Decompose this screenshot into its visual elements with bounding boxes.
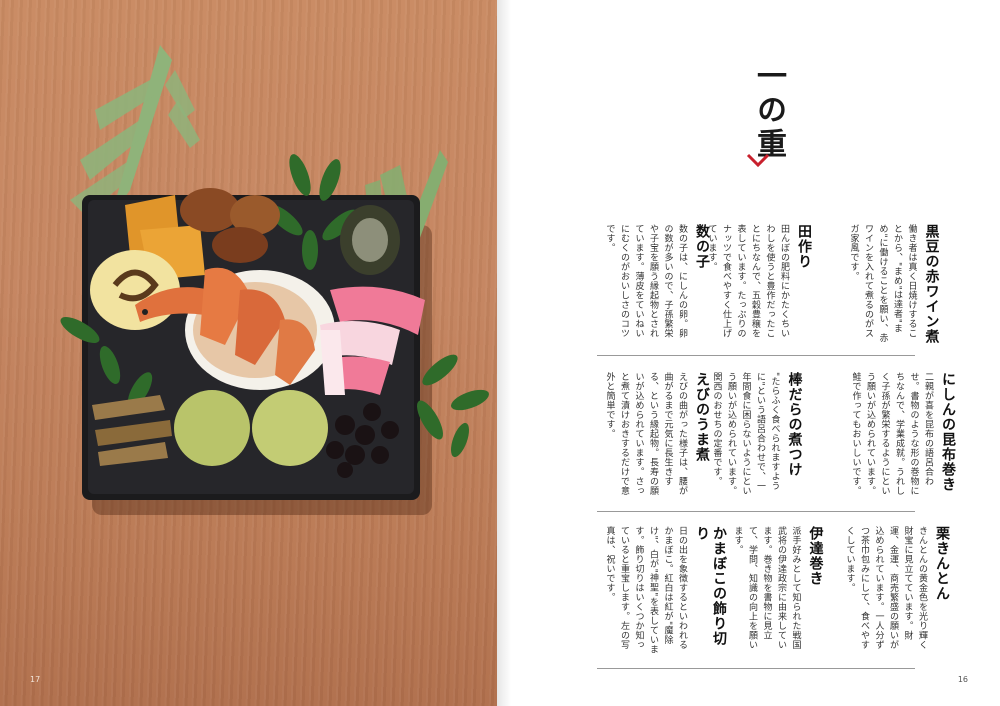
item-title: えびのうま煮 bbox=[694, 372, 710, 462]
item-body: 日の出を象徴するといわれるかまぼこ。紅白は紅が"魔除け"、白が"神聖"を表してい… bbox=[604, 526, 688, 654]
item-body: 派手好みとして知られた戦国武将の伊達政宗に由来しています。巻き物を書物に見立て、… bbox=[732, 526, 801, 650]
item-body: きんとんの黄金色を光り輝く財宝に見立てています。財運、金運、商売繁盛の願いが込め… bbox=[844, 526, 928, 650]
section-divider bbox=[597, 511, 915, 512]
fern-leaf-left bbox=[70, 45, 200, 220]
item-body: 二親が喜を昆布の語呂合わせ。書物のような形の巻物にちなんで、学業成就。うれしく子… bbox=[850, 372, 934, 496]
item-title: 田作り bbox=[796, 224, 812, 269]
kombu-maki bbox=[340, 205, 400, 275]
item-title: 栗きんとん bbox=[934, 526, 950, 601]
item-title: 伊達巻き bbox=[807, 526, 824, 586]
section-divider bbox=[597, 355, 915, 356]
item-ebi: えびのうま煮 えびの曲がった様子は、腰が曲がるまで元気に長生きする、という縁起物… bbox=[602, 372, 711, 497]
item-title: 棒だらの煮つけ bbox=[786, 372, 803, 477]
page-title: 一の重 bbox=[751, 60, 786, 162]
item-body: "たらふく食べられますように"という語呂合わせで、一年間食に困らないようにという… bbox=[711, 372, 780, 496]
item-boudara: 棒だらの煮つけ "たらふく食べられますように"という語呂合わせで、一年間食に困ら… bbox=[709, 372, 803, 497]
item-body: 働き者は真く日焼けすることから、"まめ"は達者"まめ"に働けることを願い、赤ワイ… bbox=[848, 224, 917, 343]
item-tazukuri: 田作り 田んぼの肥料にかたくちいわしを使うと豊作だったことにちなんで、五穀豊穣を… bbox=[704, 224, 813, 344]
item-title: 黒豆の赤ワイン煮 bbox=[923, 224, 940, 344]
item-nishin-kombu: にしんの昆布巻き 二親が喜を昆布の語呂合わせ。書物のような形の巻物にちなんで、学… bbox=[848, 372, 957, 497]
item-body: 数の子は、にしんの卵。卵の数が多いので、子孫繁栄や子宝を願う縁起物とされています… bbox=[604, 224, 688, 338]
page-number-left: 17 bbox=[30, 675, 41, 684]
item-kuri-kinton: 栗きんとん きんとんの黄金色を光り輝く財宝に見立てています。財運、金運、商売繁盛… bbox=[842, 526, 951, 656]
text-page: 一の重 黒豆の赤ワイン煮 働き者は真く日焼けすることから、"まめ"は達者"まめ"… bbox=[497, 0, 1000, 706]
item-kuromame: 黒豆の赤ワイン煮 働き者は真く日焼けすることから、"まめ"は達者"まめ"に働ける… bbox=[846, 224, 940, 344]
chevron-down-icon bbox=[746, 153, 770, 168]
section-divider bbox=[597, 668, 915, 669]
page-number-right: 16 bbox=[957, 675, 968, 684]
osechi-illustration bbox=[60, 45, 489, 515]
book-spread: 17 一の重 黒豆の赤ワイン煮 働き者は真く日焼けすることから、"まめ"は達者"… bbox=[0, 0, 1000, 706]
osechi-photo: 17 bbox=[0, 0, 497, 706]
item-title: かまぼこの飾り切り bbox=[694, 526, 727, 646]
item-body: 田んぼの肥料にかたくちいわしを使うと豊作だったことにちなんで、五穀豊穣を表してい… bbox=[706, 224, 790, 338]
tazukuri-small bbox=[92, 395, 172, 466]
item-datemaki: 伊達巻き 派手好みとして知られた戦国武将の伊達政宗に由来しています。巻き物を書物… bbox=[730, 526, 824, 656]
item-kazunoko: 数の子 数の子は、にしんの卵。卵の数が多いので、子孫繁栄や子宝を願う縁起物とされ… bbox=[602, 224, 711, 344]
item-title: にしんの昆布巻き bbox=[940, 372, 956, 492]
item-body: えびの曲がった様子は、腰が曲がるまで元気に長生きする、という縁起物。長寿の願いが… bbox=[604, 372, 688, 496]
item-kamaboko: かまぼこの飾り切り 日の出を象徴するといわれるかまぼこ。紅白は紅が"魔除け"、白… bbox=[602, 526, 728, 656]
item-title: 数の子 bbox=[694, 224, 710, 269]
